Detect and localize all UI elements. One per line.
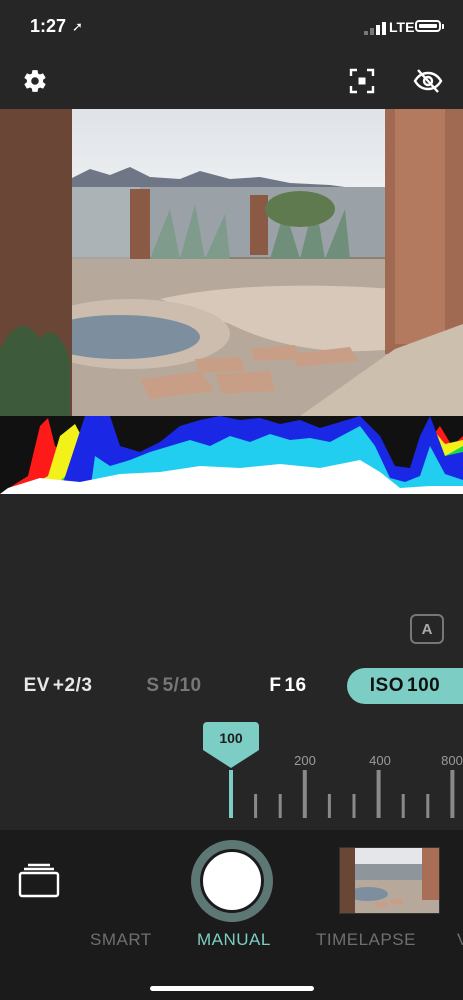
cellular-signal-icon (364, 21, 386, 35)
ev-value: +2/3 (52, 675, 93, 696)
gear-icon (24, 70, 46, 92)
location-arrow-icon: ➚ (72, 19, 83, 34)
shutter-button[interactable] (191, 840, 273, 922)
histogram (0, 416, 463, 494)
mode-smart[interactable]: SMART (90, 930, 152, 950)
iso-value: 100 (407, 675, 441, 696)
gallery-stack-icon (18, 863, 60, 898)
shutter-button-inner (200, 849, 264, 913)
network-type: LTE (389, 19, 415, 35)
status-time: 1:27 (30, 16, 67, 36)
ev-control[interactable]: EV +2/3 (8, 668, 108, 704)
home-indicator[interactable] (150, 986, 314, 991)
focus-button[interactable] (346, 64, 378, 98)
gallery-button[interactable] (18, 862, 62, 898)
camera-viewfinder[interactable] (0, 109, 463, 416)
settings-button[interactable] (18, 64, 52, 98)
iso-control[interactable]: ISO 100 (347, 668, 463, 704)
iso-dial-label: 800 (441, 753, 463, 768)
ev-key: EV (23, 675, 50, 696)
shutter-key: S (146, 675, 160, 696)
shutter-value: 5/10 (162, 675, 202, 696)
iso-key: ISO (369, 675, 405, 696)
shutter-control[interactable]: S 5/10 (132, 668, 216, 704)
aperture-value: 16 (284, 675, 307, 696)
focus-frame-icon (349, 68, 375, 94)
aperture-control[interactable]: F 16 (248, 668, 328, 704)
viewfinder-preview-image (0, 109, 463, 416)
iso-dial-label: 400 (369, 753, 391, 768)
last-photo-thumbnail[interactable] (339, 847, 440, 914)
eye-slash-icon (413, 69, 443, 93)
battery-icon (415, 20, 444, 32)
iso-dial-label: 200 (294, 753, 316, 768)
mode-manual[interactable]: MANUAL (197, 930, 271, 950)
mode-next-partial[interactable]: V (457, 930, 463, 950)
iso-dial-selected-value: 100 (219, 730, 243, 746)
auto-mode-button[interactable]: A (410, 614, 444, 644)
mode-timelapse[interactable]: TIMELAPSE (316, 930, 416, 950)
hide-overlay-button[interactable] (411, 64, 445, 98)
aperture-key: F (269, 675, 282, 696)
